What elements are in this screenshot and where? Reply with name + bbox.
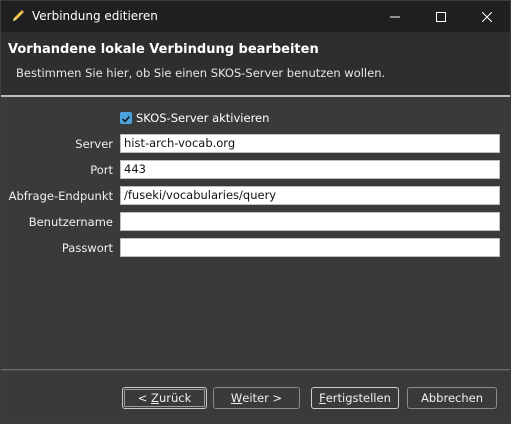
maximize-button[interactable] bbox=[418, 1, 464, 32]
header-title: Vorhandene lokale Verbindung bearbeiten bbox=[8, 42, 319, 57]
maximize-icon bbox=[436, 7, 446, 26]
username-field[interactable] bbox=[120, 212, 500, 231]
next-button-label: eiter > bbox=[242, 391, 283, 405]
server-field[interactable] bbox=[120, 134, 500, 153]
query-endpoint-field[interactable] bbox=[120, 186, 500, 205]
next-button[interactable]: Weiter > bbox=[213, 387, 300, 409]
enable-skos-checkbox[interactable] bbox=[120, 112, 132, 124]
back-button-prefix: < bbox=[137, 391, 152, 405]
title-bar[interactable]: Verbindung editieren bbox=[1, 1, 510, 32]
server-label: Server bbox=[75, 137, 113, 151]
header-divider bbox=[1, 95, 510, 97]
password-field[interactable] bbox=[120, 238, 500, 257]
port-label: Port bbox=[90, 163, 113, 177]
window-title: Verbindung editieren bbox=[32, 9, 158, 23]
back-button[interactable]: < Zurück bbox=[122, 387, 207, 409]
close-button[interactable] bbox=[464, 1, 510, 32]
dialog-window: Verbindung editieren Vorhandene lokale V… bbox=[0, 0, 511, 424]
finish-button[interactable]: Fertigstellen bbox=[311, 387, 399, 409]
cancel-button[interactable]: Abbrechen bbox=[407, 387, 497, 409]
back-button-mnemonic: Z bbox=[151, 391, 159, 405]
footer-divider-shadow bbox=[1, 370, 510, 371]
pencil-icon bbox=[10, 8, 26, 24]
cancel-button-label: Abbrechen bbox=[421, 391, 483, 405]
port-field[interactable] bbox=[120, 160, 500, 179]
password-label: Passwort bbox=[61, 241, 113, 255]
enable-skos-row[interactable]: SKOS-Server aktivieren bbox=[120, 111, 269, 125]
wizard-header: Vorhandene lokale Verbindung bearbeiten … bbox=[1, 32, 510, 97]
query-endpoint-label: Abfrage-Endpunkt bbox=[8, 189, 113, 203]
header-description: Bestimmen Sie hier, ob Sie einen SKOS-Se… bbox=[16, 66, 386, 80]
finish-button-label: ertigstellen bbox=[325, 391, 391, 405]
username-label: Benutzername bbox=[28, 215, 113, 229]
enable-skos-label: SKOS-Server aktivieren bbox=[136, 111, 270, 125]
back-button-label: urück bbox=[158, 391, 192, 405]
minimize-icon bbox=[390, 7, 400, 26]
minimize-button[interactable] bbox=[372, 1, 418, 32]
checkmark-icon bbox=[121, 109, 131, 128]
finish-button-mnemonic: F bbox=[319, 391, 326, 405]
next-button-mnemonic: W bbox=[230, 391, 243, 405]
close-icon bbox=[481, 7, 493, 26]
